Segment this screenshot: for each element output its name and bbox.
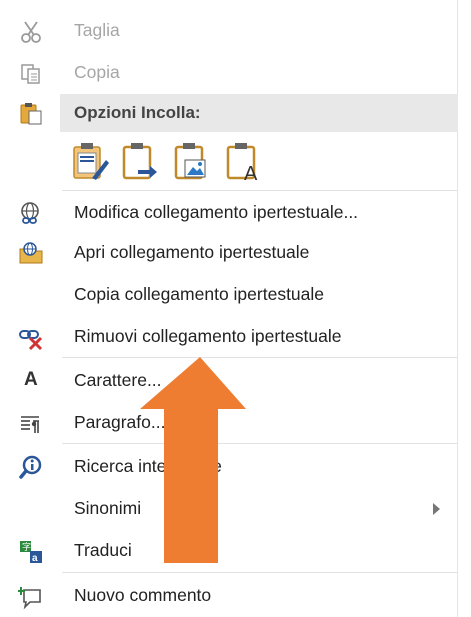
annotation-arrow <box>140 357 246 563</box>
